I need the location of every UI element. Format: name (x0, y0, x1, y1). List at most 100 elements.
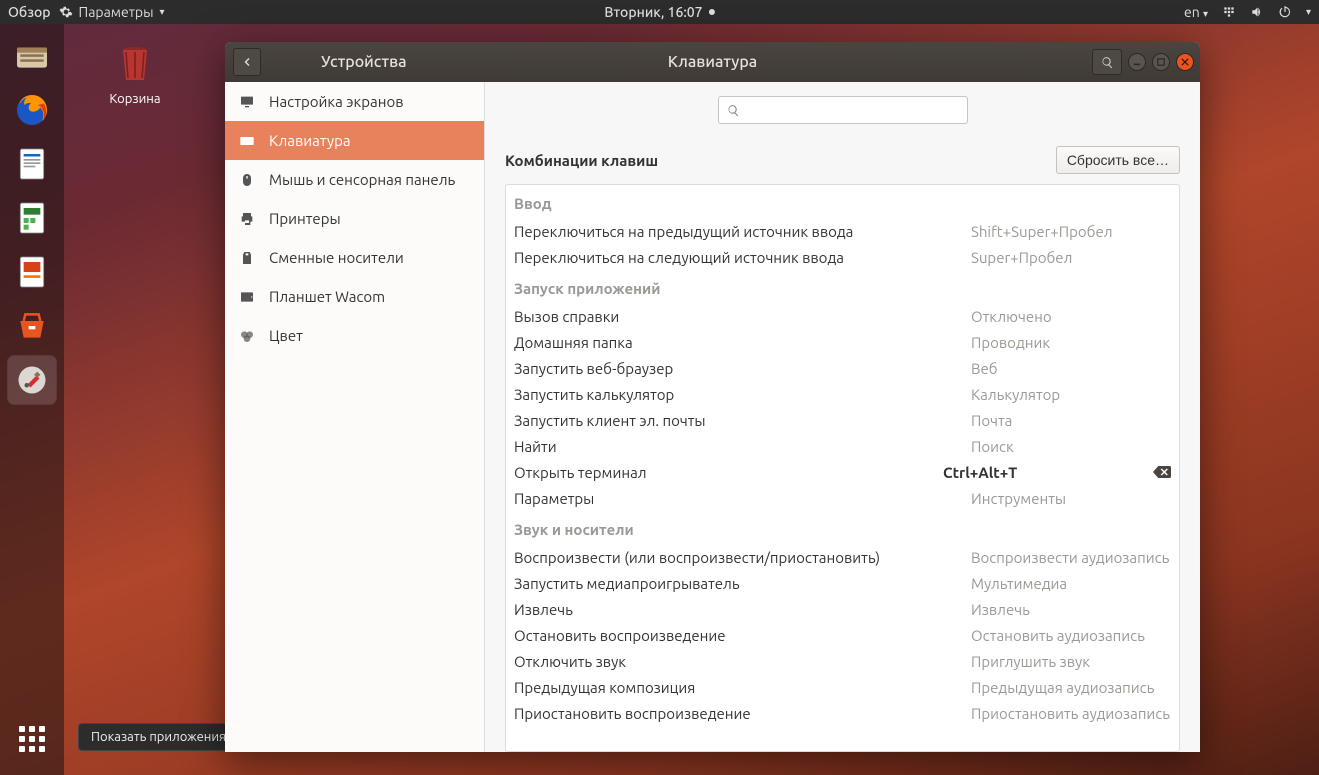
section-header: Запуск приложений (506, 270, 1179, 303)
tablet-icon (239, 289, 255, 305)
titlebar-search-button[interactable] (1092, 49, 1122, 75)
network-icon[interactable] (1222, 5, 1236, 19)
back-button[interactable] (233, 48, 261, 76)
shortcut-value: Отключено (971, 308, 1171, 325)
sidebar-item-printer[interactable]: Принтеры (225, 199, 484, 238)
volume-icon[interactable] (1250, 5, 1264, 19)
section-header: Звук и носители (506, 511, 1179, 544)
shortcut-list[interactable]: ВводПереключиться на предыдущий источник… (505, 184, 1180, 752)
desktop-trash-label: Корзина (100, 92, 170, 106)
shortcut-desc: Запустить медиапроигрыватель (514, 575, 971, 592)
sidebar-item-displays[interactable]: Настройка экранов (225, 82, 484, 121)
shortcut-row[interactable]: Запустить веб-браузерВеб (506, 355, 1179, 381)
sidebar-item-tablet[interactable]: Планшет Wacom (225, 277, 484, 316)
search-field[interactable] (746, 103, 959, 118)
shortcut-row[interactable]: ПараметрыИнструменты (506, 485, 1179, 511)
sidebar: Настройка экранов КлавиатураМышь и сенсор… (225, 82, 485, 752)
shortcut-row[interactable]: Предыдущая композицияПредыдущая аудиозап… (506, 674, 1179, 700)
shortcut-value: Извлечь (971, 601, 1171, 618)
sidebar-item-label: Настройка экранов (269, 93, 404, 110)
show-applications-button[interactable] (8, 715, 56, 763)
shortcut-value: Ctrl+Alt+T (943, 464, 1143, 481)
shortcut-desc: Извлечь (514, 601, 971, 618)
shortcut-value: Shift+Super+Пробел (971, 223, 1171, 240)
trash-icon (111, 40, 159, 88)
shortcut-desc: Вызов справки (514, 308, 971, 325)
shortcut-row[interactable]: Остановить воспроизведениеОстановить ауд… (506, 622, 1179, 648)
shortcut-desc: Открыть терминал (514, 464, 943, 481)
shortcut-row[interactable]: Открыть терминалCtrl+Alt+T (506, 459, 1179, 485)
power-icon[interactable] (1278, 5, 1292, 19)
dock-impress[interactable] (8, 248, 56, 296)
shortcut-desc: Найти (514, 438, 971, 455)
shortcut-desc: Домашняя папка (514, 334, 971, 351)
shortcut-row[interactable]: Отключить звукПриглушить звук (506, 648, 1179, 674)
shortcut-value: Веб (971, 360, 1171, 377)
sidebar-item-keyboard[interactable]: Клавиатура (225, 121, 484, 160)
shortcut-value: Поиск (971, 438, 1171, 455)
printer-icon (239, 211, 255, 227)
sidebar-item-label: Сменные носители (269, 249, 404, 266)
search-input[interactable] (718, 96, 968, 124)
chevron-down-icon: ▾ (160, 6, 165, 18)
section-title: Устройства (321, 53, 407, 71)
shortcut-row[interactable]: Переключиться на следующий источник ввод… (506, 244, 1179, 270)
titlebar: Устройства Клавиатура (225, 42, 1200, 82)
minimize-button[interactable] (1128, 53, 1146, 71)
shortcut-value: Инструменты (971, 490, 1171, 507)
dock-writer[interactable] (8, 140, 56, 188)
main-panel: Комбинации клавиш Сбросить все… ВводПере… (485, 82, 1200, 752)
clock[interactable]: Вторник, 16:07 (604, 4, 714, 20)
shortcut-desc: Запустить клиент эл. почты (514, 412, 971, 429)
shortcut-row[interactable]: Запустить клиент эл. почтыПочта (506, 407, 1179, 433)
shortcut-row[interactable]: Воспроизвести (или воспроизвести/приоста… (506, 544, 1179, 570)
notification-dot-icon (709, 9, 715, 15)
sidebar-item-color[interactable]: Цвет (225, 316, 484, 355)
page-heading: Комбинации клавиш (505, 152, 658, 169)
app-menu[interactable]: Параметры ▾ (59, 4, 165, 20)
shortcut-row[interactable]: ИзвлечьИзвлечь (506, 596, 1179, 622)
shortcut-row[interactable]: Запустить калькуляторКалькулятор (506, 381, 1179, 407)
shortcut-desc: Воспроизвести (или воспроизвести/приоста… (514, 549, 971, 566)
sidebar-item-mouse[interactable]: Мышь и сенсорная панель (225, 160, 484, 199)
sidebar-item-label: Цвет (269, 327, 303, 344)
desktop-trash[interactable]: Корзина (100, 40, 170, 106)
shortcut-row[interactable]: Домашняя папкаПроводник (506, 329, 1179, 355)
app-menu-label: Параметры (79, 4, 154, 20)
shortcut-row[interactable]: НайтиПоиск (506, 433, 1179, 459)
shortcut-row[interactable]: Запустить медиапроигрывательМультимедиа (506, 570, 1179, 596)
shortcut-value: Остановить аудиозапись (971, 627, 1171, 644)
dock-calc[interactable] (8, 194, 56, 242)
reset-all-button[interactable]: Сбросить все… (1056, 146, 1180, 174)
chevron-down-icon[interactable]: ▾ (1306, 6, 1311, 18)
dock-software[interactable] (8, 302, 56, 350)
dock-settings[interactable] (8, 356, 56, 404)
maximize-button[interactable] (1152, 53, 1170, 71)
close-button[interactable] (1176, 53, 1194, 71)
dock-firefox[interactable] (8, 86, 56, 134)
shortcut-row[interactable]: Переключиться на предыдущий источник вво… (506, 218, 1179, 244)
shortcut-desc: Отключить звук (514, 653, 971, 670)
shortcut-desc: Переключиться на следующий источник ввод… (514, 249, 971, 266)
input-lang[interactable]: en ▾ (1184, 4, 1208, 20)
section-header: Ввод (506, 185, 1179, 218)
shortcut-value: Воспроизвести аудиозапись (971, 549, 1171, 566)
shortcut-value: Калькулятор (971, 386, 1171, 403)
search-icon (727, 104, 740, 117)
shortcut-desc: Запустить калькулятор (514, 386, 971, 403)
sidebar-item-removable[interactable]: Сменные носители (225, 238, 484, 277)
tooltip: Показать приложения (78, 723, 239, 751)
shortcut-row[interactable]: Вызов справкиОтключено (506, 303, 1179, 329)
shortcut-value: Предыдущая аудиозапись (971, 679, 1171, 696)
shortcut-value: Приостановить аудиозапись (971, 705, 1171, 722)
erase-icon[interactable] (1153, 465, 1171, 479)
mouse-icon (239, 172, 255, 188)
sidebar-item-label: Принтеры (269, 210, 341, 227)
dock-files[interactable] (8, 32, 56, 80)
top-bar: Обзор Параметры ▾ Вторник, 16:07 en ▾ ▾ (0, 0, 1319, 24)
shortcut-row[interactable]: Приостановить воспроизведениеПриостанови… (506, 700, 1179, 726)
activities-button[interactable]: Обзор (8, 4, 51, 20)
settings-window: Устройства Клавиатура Настройка экранов К… (225, 42, 1200, 752)
shortcut-value: Мультимедиа (971, 575, 1171, 592)
dock (0, 24, 64, 775)
